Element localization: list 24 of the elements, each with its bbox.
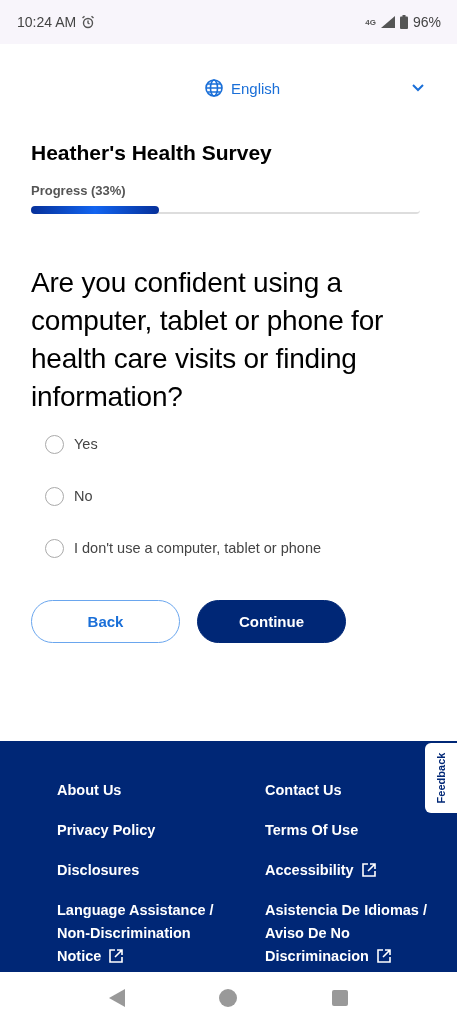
radio-option[interactable]: Yes: [45, 434, 426, 454]
footer-link[interactable]: Accessibility: [265, 859, 376, 882]
status-time: 10:24 AM: [17, 14, 77, 30]
footer-link[interactable]: About Us: [57, 779, 122, 802]
radio-option[interactable]: No: [45, 486, 426, 506]
option-label: I don't use a computer, tablet or phone: [74, 540, 322, 556]
back-button[interactable]: Back: [31, 600, 180, 643]
footer-link[interactable]: Terms Of Use: [265, 819, 359, 842]
feedback-tab[interactable]: Feedback: [425, 743, 457, 813]
language-selector[interactable]: English: [205, 79, 425, 97]
option-label: No: [74, 488, 93, 504]
question-text: Are you confident using a computer, tablet or phone for health care visits or finding information?: [31, 266, 385, 414]
footer-link[interactable]: Contact Us: [265, 779, 342, 802]
footer-link[interactable]: Privacy Policy: [57, 819, 156, 842]
footer-link[interactable]: Asistencia De Idiomas / Aviso De No Discriminacion: [265, 899, 435, 968]
battery-percentage: 96%: [412, 14, 441, 30]
continue-button[interactable]: Continue: [197, 600, 346, 643]
option-label: Yes: [74, 436, 98, 452]
survey-title: Heather's Health Survey: [31, 141, 273, 165]
progress-label: Progress (33%): [31, 183, 127, 198]
radio-option[interactable]: I don't use a computer, tablet or phone: [45, 538, 426, 558]
footer-link[interactable]: Disclosures: [57, 859, 140, 882]
network-type: 4G: [365, 17, 376, 27]
footer-link[interactable]: Language Assistance / Non-Discrimination Notice: [57, 899, 229, 968]
